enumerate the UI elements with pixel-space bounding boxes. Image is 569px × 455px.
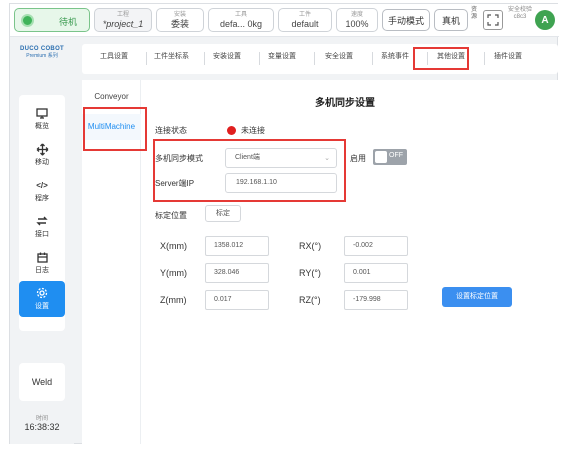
highlight-sync-config [153,139,346,202]
ry-input[interactable]: 0.001 [344,263,408,283]
logo-subtitle: Premium 系列 [26,53,58,59]
gear-icon [19,284,65,302]
nav-item-log[interactable]: 日志 [19,245,65,281]
speed-pill[interactable]: 速度 100% [336,8,378,32]
disconnected-status-icon [227,126,236,135]
tab-divider [259,52,260,65]
top-bar: 待机 工程 *project_1 安装 委装 工具 defa... 0kg 工件… [10,4,559,37]
rx-label: RX(°) [299,241,322,251]
robot-status-pill[interactable]: 待机 [14,8,90,32]
ry-label: RY(°) [299,268,321,278]
speed-value: 100% [345,19,369,29]
rz-input[interactable]: -179.998 [344,290,408,310]
tab-plugin-settings[interactable]: 插件设置 [494,51,522,61]
tab-workpiece-frame[interactable]: 工件坐标系 [154,51,189,61]
install-pill[interactable]: 安装 委装 [156,8,204,32]
nav-item-overview[interactable]: 概览 [19,101,65,137]
workpiece-label: 工件 [298,12,311,18]
expand-arrows-icon [487,14,499,26]
plugin-settings-panel: Conveyor MultiMachine 多机同步设置 连接状态 未连接 多机… [82,80,558,444]
fullscreen-icon[interactable] [483,10,503,30]
nav-column: 概览 移动 </> 程序 接口 日志 设置 [19,95,65,331]
weld-button[interactable]: Weld [19,363,65,401]
status-indicator-icon [21,14,34,27]
tool-value: defa... 0kg [219,19,263,29]
tool-pill[interactable]: 工具 defa... 0kg [208,8,274,32]
clock-value: 16:38:32 [24,422,60,432]
calib-position-label: 标定位置 [155,211,187,220]
toggle-state-text: OFF [389,152,403,159]
toggle-knob [375,151,387,163]
z-label: Z(mm) [160,295,187,305]
highlight-plugin-tab [413,47,469,70]
nav-item-label: 设置 [35,303,49,310]
install-value: 委装 [170,19,189,29]
rx-input[interactable]: -0.002 [344,236,408,256]
z-input[interactable]: 0.017 [205,290,269,310]
code-icon: </> [36,180,48,190]
rz-label: RZ(°) [299,295,321,305]
project-pill[interactable]: 工程 *project_1 [94,8,152,32]
y-label: Y(mm) [160,268,187,278]
project-value: *project_1 [102,19,144,29]
status-text: 待机 [59,17,78,27]
monitor-icon [19,104,65,122]
y-input[interactable]: 328.046 [205,263,269,283]
interface-arrows-icon [19,212,65,230]
resource-text: 资源 [470,7,477,20]
clock: 时间 16:38:32 [14,413,70,432]
manual-mode-button[interactable]: 手动模式 [382,9,430,31]
tab-divider [314,52,315,65]
nav-item-program[interactable]: </> 程序 [19,173,65,209]
tab-safety-settings[interactable]: 安全设置 [325,51,353,61]
nav-item-label: 接口 [35,231,49,238]
nav-item-label: 程序 [35,195,49,202]
nav-item-move[interactable]: 移动 [19,137,65,173]
nav-item-interface[interactable]: 接口 [19,209,65,245]
x-label: X(mm) [160,241,187,251]
speed-label: 速度 [350,12,363,18]
nav-item-label: 移动 [35,159,49,166]
workpiece-value: default [291,19,319,29]
install-label: 安装 [173,12,186,18]
tab-divider [204,52,205,65]
tab-divider [484,52,485,65]
tab-divider [372,52,373,65]
connection-status-label: 连接状态 [155,126,187,135]
page-title: 多机同步设置 [315,98,375,109]
highlight-multimachine [83,107,147,151]
tool-label: 工具 [234,12,247,18]
nav-item-settings[interactable]: 设置 [19,281,65,317]
tab-divider [146,52,147,65]
nav-item-label: 日志 [35,267,49,274]
avatar[interactable]: A [535,10,555,30]
set-calib-position-button[interactable]: 设置标定位置 [442,287,512,307]
nav-item-label: 概览 [35,123,49,130]
workpiece-pill[interactable]: 工件 default [278,8,332,32]
safety-checksum: 安全校验 c8c3 [507,7,532,20]
tab-variable-settings[interactable]: 变量设置 [268,51,296,61]
clock-label: 时间 [35,416,48,422]
calibrate-button[interactable]: 标定 [205,205,241,222]
brand-logo: DUCO COBOT Premium 系列 [16,46,68,59]
tab-system-events[interactable]: 系统事件 [381,51,409,61]
app-window: 待机 工程 *project_1 安装 委装 工具 defa... 0kg 工件… [9,3,559,444]
enable-label: 启用 [350,154,366,163]
move-arrows-icon [19,140,65,158]
calendar-icon [19,248,65,266]
connection-status-value: 未连接 [241,126,265,135]
left-nav: DUCO COBOT Premium 系列 概览 移动 </> 程序 接口 日志… [10,38,74,444]
tab-install-settings[interactable]: 安装设置 [213,51,241,61]
real-machine-button[interactable]: 真机 [434,9,468,31]
enable-toggle[interactable]: OFF [373,149,407,165]
tab-tool-settings[interactable]: 工具设置 [100,51,128,61]
settings-tab-bar: 工具设置 工件坐标系 安装设置 变量设置 安全设置 系统事件 其他设置 插件设置 [82,44,558,74]
x-input[interactable]: 1358.012 [205,236,269,256]
project-label: 工程 [116,12,129,18]
